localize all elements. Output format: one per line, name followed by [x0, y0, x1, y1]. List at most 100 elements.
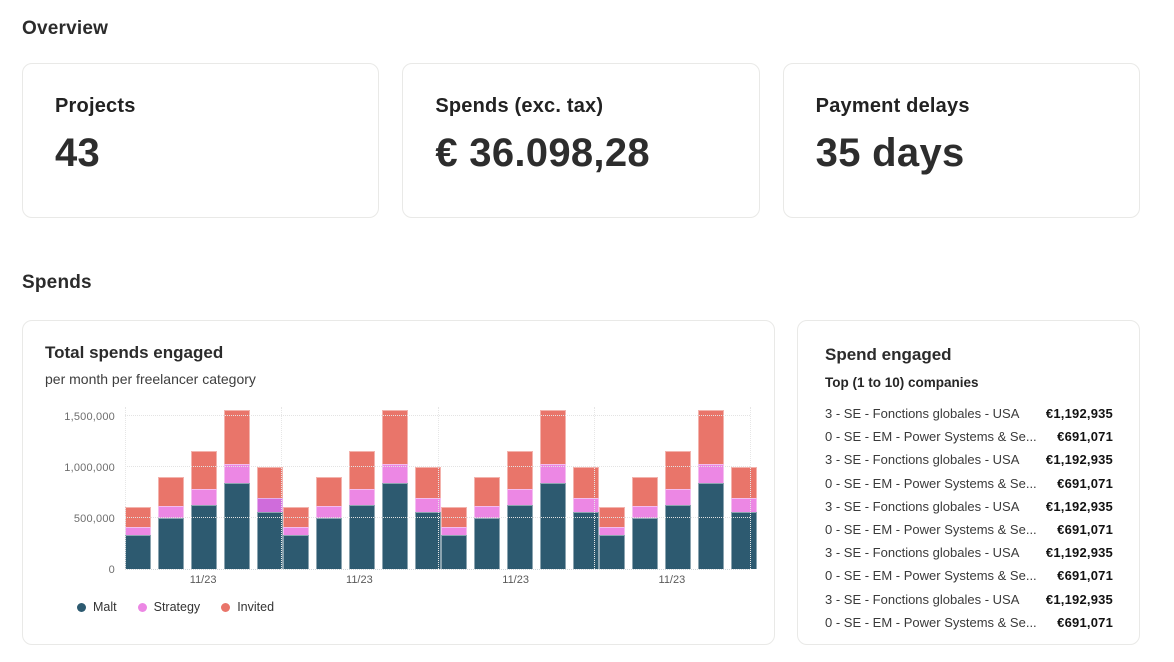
stacked-bar[interactable]: [257, 467, 283, 569]
bar-segment-malt[interactable]: [632, 518, 658, 569]
bar-segment-strategy[interactable]: [257, 498, 283, 513]
bar-segment-malt[interactable]: [474, 518, 500, 569]
legend-dot-icon: [77, 603, 86, 612]
bar-segment-malt[interactable]: [257, 512, 283, 569]
bar-segment-malt[interactable]: [224, 483, 250, 569]
bar-segment-invited[interactable]: [316, 477, 342, 506]
chart-plot-area: [125, 407, 750, 570]
company-name: 3 - SE - Fonctions globales - USA: [825, 406, 1019, 421]
legend-item-malt[interactable]: Malt: [77, 600, 117, 614]
vertical-gridline: [594, 407, 595, 569]
x-tick-label: 11/23: [281, 574, 437, 586]
overview-heading: Overview: [22, 18, 1140, 40]
bar-segment-strategy[interactable]: [731, 498, 757, 513]
bar-segment-invited[interactable]: [731, 467, 757, 498]
bar-segment-strategy[interactable]: [665, 489, 691, 505]
bar-segment-malt[interactable]: [665, 505, 691, 569]
legend-dot-icon: [221, 603, 230, 612]
bar-segment-invited[interactable]: [382, 410, 408, 463]
bar-segment-malt[interactable]: [573, 512, 599, 569]
bar-segment-invited[interactable]: [257, 467, 283, 498]
bar-segment-strategy[interactable]: [599, 527, 625, 535]
bar-segment-strategy[interactable]: [125, 527, 151, 535]
stacked-bar[interactable]: [573, 467, 599, 569]
bar-segment-malt[interactable]: [125, 535, 151, 569]
bar-segment-strategy[interactable]: [507, 489, 533, 505]
bar-segment-malt[interactable]: [441, 535, 467, 569]
company-row: 0 - SE - EM - Power Systems & Se...€691,…: [825, 518, 1113, 541]
total-spends-chart-card: Total spends engaged per month per freel…: [22, 320, 775, 645]
x-tick-label: 11/23: [594, 574, 750, 586]
company-name: 3 - SE - Fonctions globales - USA: [825, 452, 1019, 467]
company-spend-value: €1,192,935: [1046, 545, 1113, 560]
bar-segment-invited[interactable]: [665, 451, 691, 489]
company-spend-value: €1,192,935: [1046, 592, 1113, 607]
spends-heading: Spends: [22, 272, 1140, 294]
stacked-bar[interactable]: [191, 451, 217, 569]
company-spend-value: €691,071: [1057, 568, 1113, 583]
stacked-bar[interactable]: [507, 451, 533, 569]
bar-segment-strategy[interactable]: [191, 489, 217, 505]
bar-segment-malt[interactable]: [599, 535, 625, 569]
bar-segment-malt[interactable]: [731, 512, 757, 569]
stacked-bar[interactable]: [665, 451, 691, 569]
company-row: 3 - SE - Fonctions globales - USA€1,192,…: [825, 495, 1113, 518]
bar-segment-invited[interactable]: [224, 410, 250, 463]
company-row: 0 - SE - EM - Power Systems & Se...€691,…: [825, 472, 1113, 495]
company-row: 0 - SE - EM - Power Systems & Se... €691,…: [825, 564, 1113, 587]
company-name: 0 - SE - EM - Power Systems & Se...: [825, 568, 1037, 583]
bar-segment-malt[interactable]: [382, 483, 408, 569]
stacked-bar[interactable]: [382, 410, 408, 569]
bar-segment-strategy[interactable]: [573, 498, 599, 513]
bar-segment-invited[interactable]: [573, 467, 599, 498]
bar-segment-malt[interactable]: [158, 518, 184, 569]
bar-segment-malt[interactable]: [191, 505, 217, 569]
company-name: 0 - SE - EM - Power Systems & Se...: [825, 615, 1037, 630]
bar-group: [441, 407, 599, 569]
company-name: 0 - SE - EM - Power Systems & Se...: [825, 522, 1037, 537]
legend-item-invited[interactable]: Invited: [221, 600, 274, 614]
bar-segment-invited[interactable]: [158, 477, 184, 506]
company-row: 0 - SE - EM - Power Systems & Se...€691,…: [825, 425, 1113, 448]
bar-segment-invited[interactable]: [698, 410, 724, 463]
bar-segment-malt[interactable]: [540, 483, 566, 569]
bar-segment-strategy[interactable]: [283, 527, 309, 535]
bar-group: [283, 407, 441, 569]
stacked-bar-chart: 0500,0001,000,0001,500,000: [45, 407, 750, 570]
chart-x-axis: 11/2311/2311/2311/23: [125, 574, 750, 586]
bar-segment-invited[interactable]: [474, 477, 500, 506]
bar-segment-invited[interactable]: [507, 451, 533, 489]
bar-segment-malt[interactable]: [316, 518, 342, 569]
bar-segment-malt[interactable]: [507, 505, 533, 569]
legend-label: Invited: [237, 600, 274, 614]
stacked-bar[interactable]: [632, 477, 658, 569]
legend-item-strategy[interactable]: Strategy: [138, 600, 201, 614]
company-name: 0 - SE - EM - Power Systems & Se...: [825, 476, 1037, 491]
y-tick-label: 1,500,000: [64, 411, 115, 423]
legend-dot-icon: [138, 603, 147, 612]
side-card-title: Spend engaged: [825, 345, 1113, 365]
stat-label: Payment delays: [816, 95, 1107, 118]
bar-segment-malt[interactable]: [349, 505, 375, 569]
stacked-bar[interactable]: [158, 477, 184, 569]
stacked-bar[interactable]: [349, 451, 375, 569]
bar-segment-strategy[interactable]: [349, 489, 375, 505]
stacked-bar[interactable]: [540, 410, 566, 569]
vertical-gridline: [750, 407, 751, 569]
stacked-bar[interactable]: [731, 467, 757, 569]
bar-segment-malt[interactable]: [698, 483, 724, 569]
bar-segment-invited[interactable]: [349, 451, 375, 489]
y-tick-label: 0: [109, 564, 115, 576]
bar-segment-malt[interactable]: [283, 535, 309, 569]
bar-segment-invited[interactable]: [191, 451, 217, 489]
stacked-bar[interactable]: [224, 410, 250, 569]
bar-segment-invited[interactable]: [632, 477, 658, 506]
stacked-bar[interactable]: [316, 477, 342, 569]
company-spend-value: €1,192,935: [1046, 499, 1113, 514]
bar-segment-invited[interactable]: [540, 410, 566, 463]
stacked-bar[interactable]: [698, 410, 724, 569]
stat-value: 43: [55, 131, 346, 176]
bar-segment-strategy[interactable]: [441, 527, 467, 535]
stacked-bar[interactable]: [474, 477, 500, 569]
company-row: 3 - SE - Fonctions globales - USA€1,192,…: [825, 448, 1113, 471]
